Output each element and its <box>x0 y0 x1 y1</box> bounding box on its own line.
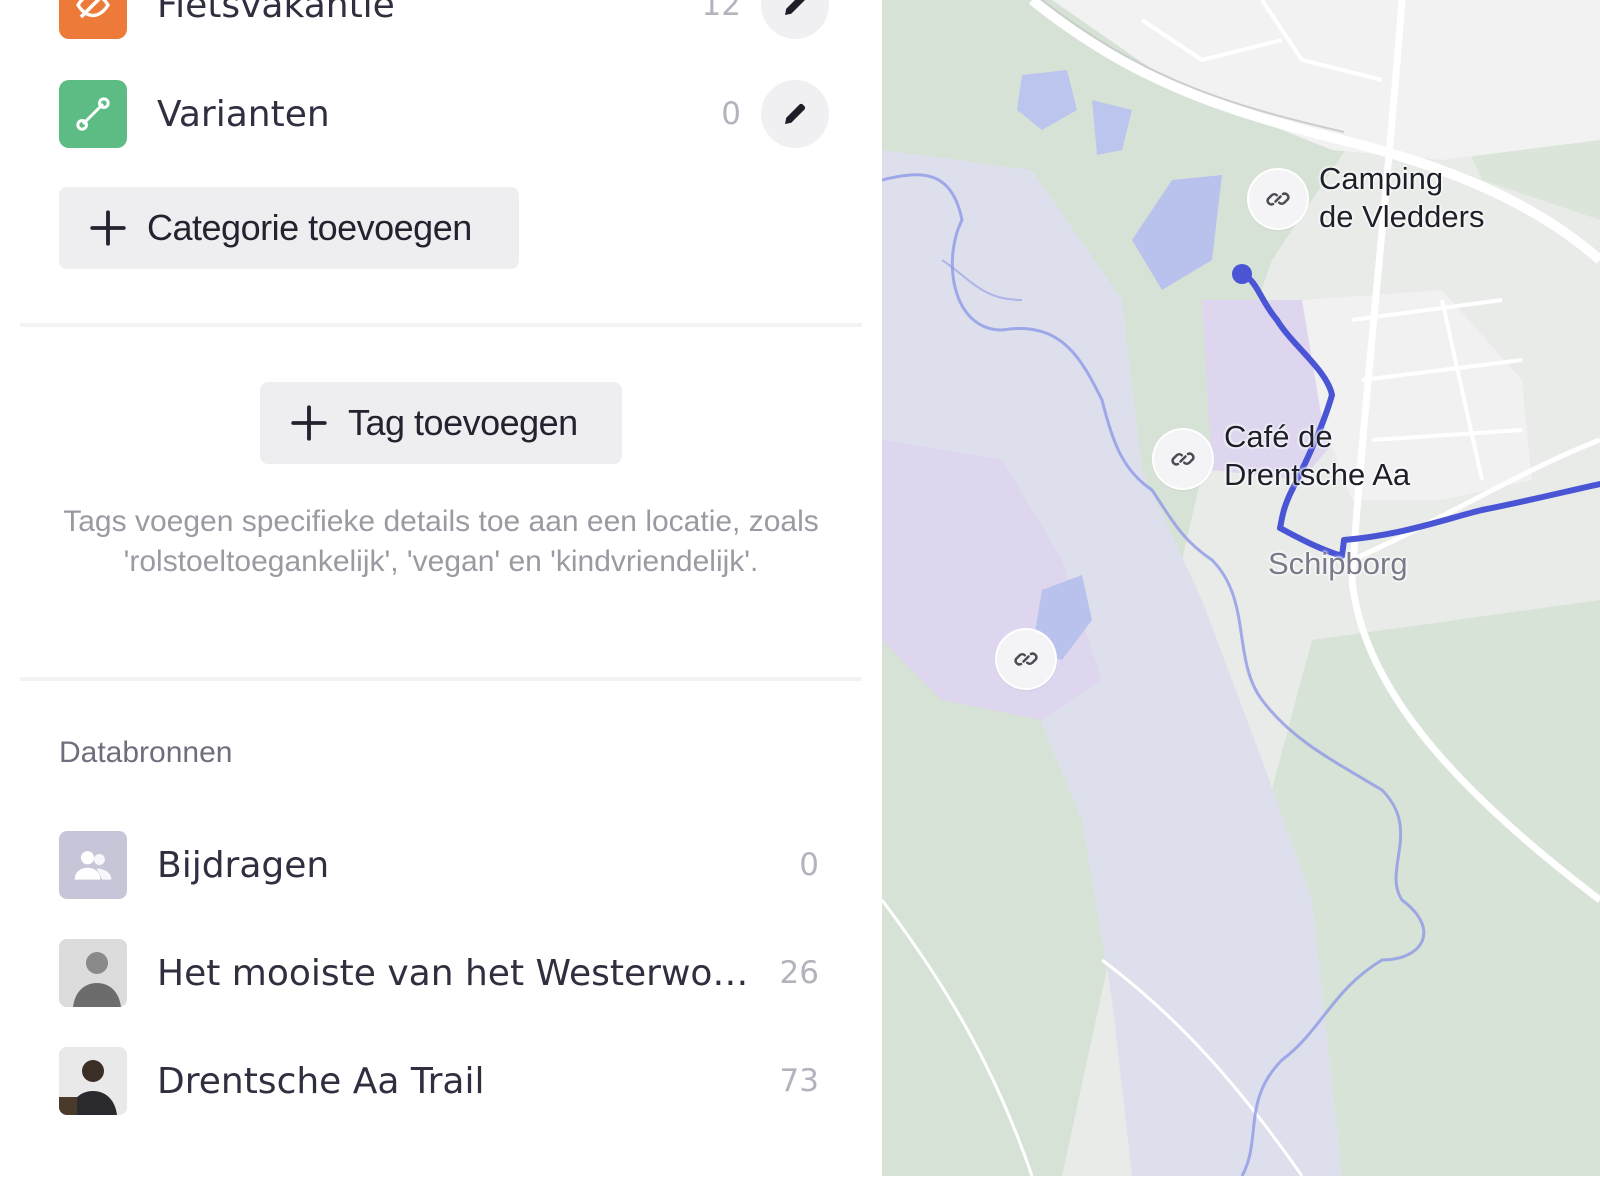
people-icon <box>59 831 127 899</box>
add-category-button[interactable]: Categorie toevoegen <box>59 187 519 269</box>
source-count: 26 <box>779 955 819 991</box>
source-row-westerwolde[interactable]: Het mooiste van het Westerwo… 26 <box>59 938 819 1008</box>
eye-off-icon <box>59 0 127 39</box>
map-label-place: Schipborg <box>1268 546 1408 581</box>
map-canvas[interactable] <box>882 0 1600 1176</box>
route-icon <box>59 80 127 148</box>
pencil-icon <box>785 0 805 15</box>
category-count: 12 <box>701 0 741 23</box>
sidebar-panel: Fietsvakantie 12 Varianten 0 Categorie t… <box>0 0 882 1176</box>
category-label: Fietsvakantie <box>157 0 395 26</box>
edit-category-button[interactable] <box>761 80 829 148</box>
divider <box>20 677 862 681</box>
category-label: Varianten <box>157 93 330 135</box>
add-tag-button[interactable]: Tag toevoegen <box>260 382 622 464</box>
map-label-camping: Camping de Vledders <box>1319 161 1485 234</box>
source-count: 0 <box>799 847 819 883</box>
add-category-label: Categorie toevoegen <box>147 207 472 248</box>
source-label: Het mooiste van het Westerwo… <box>157 952 749 994</box>
divider <box>20 323 862 327</box>
avatar <box>59 939 127 1007</box>
source-label: Bijdragen <box>157 844 330 886</box>
link-icon[interactable] <box>1249 170 1307 228</box>
avatar <box>59 1047 127 1115</box>
bottom-strip <box>0 1176 1600 1200</box>
map-view[interactable]: Camping de Vledders Café de Drentsche Aa… <box>882 0 1600 1176</box>
plus-icon <box>87 207 129 249</box>
edit-category-button[interactable] <box>761 0 829 39</box>
map-label-cafe: Café de Drentsche Aa <box>1224 419 1411 492</box>
pencil-icon <box>785 103 806 124</box>
source-label: Drentsche Aa Trail <box>157 1060 485 1102</box>
source-row-bijdragen[interactable]: Bijdragen 0 <box>59 830 819 900</box>
category-row-fietsvakantie[interactable]: Fietsvakantie 12 <box>59 0 829 40</box>
plus-icon <box>288 402 330 444</box>
add-tag-label: Tag toevoegen <box>348 402 578 443</box>
sources-heading: Databronnen <box>59 736 233 769</box>
tags-help-text: Tags voegen specifieke details toe aan e… <box>63 505 819 578</box>
source-count: 73 <box>779 1063 819 1099</box>
category-count: 0 <box>721 96 741 132</box>
link-icon[interactable] <box>1154 430 1212 488</box>
source-row-drentsche-aa-trail[interactable]: Drentsche Aa Trail 73 <box>59 1046 819 1116</box>
link-icon[interactable] <box>997 630 1055 688</box>
category-row-varianten[interactable]: Varianten 0 <box>59 79 829 149</box>
